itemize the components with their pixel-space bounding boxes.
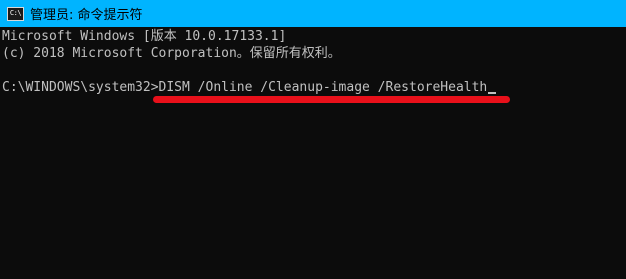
cmd-icon: C:\	[7, 6, 24, 21]
cmd-window: C:\ 管理员: 命令提示符 Microsoft Windows [版本 10.…	[0, 0, 626, 279]
red-underline-annotation	[153, 96, 510, 103]
title-bar[interactable]: C:\ 管理员: 命令提示符	[0, 0, 626, 27]
console-command: C:\WINDOWS\system32>DISM /Online /Cleanu…	[2, 80, 488, 95]
window-title: 管理员: 命令提示符	[30, 8, 143, 23]
cmd-icon-glyph: C:\	[9, 9, 22, 17]
console-line-copyright: (c) 2018 Microsoft Corporation。保留所有权利。	[2, 46, 341, 61]
console-output[interactable]: Microsoft Windows [版本 10.0.17133.1] (c) …	[0, 27, 626, 279]
console-prompt-line[interactable]: C:\WINDOWS\system32>DISM /Online /Cleanu…	[2, 79, 626, 96]
console-line-version: Microsoft Windows [版本 10.0.17133.1]	[2, 29, 287, 44]
text-cursor	[488, 92, 497, 94]
